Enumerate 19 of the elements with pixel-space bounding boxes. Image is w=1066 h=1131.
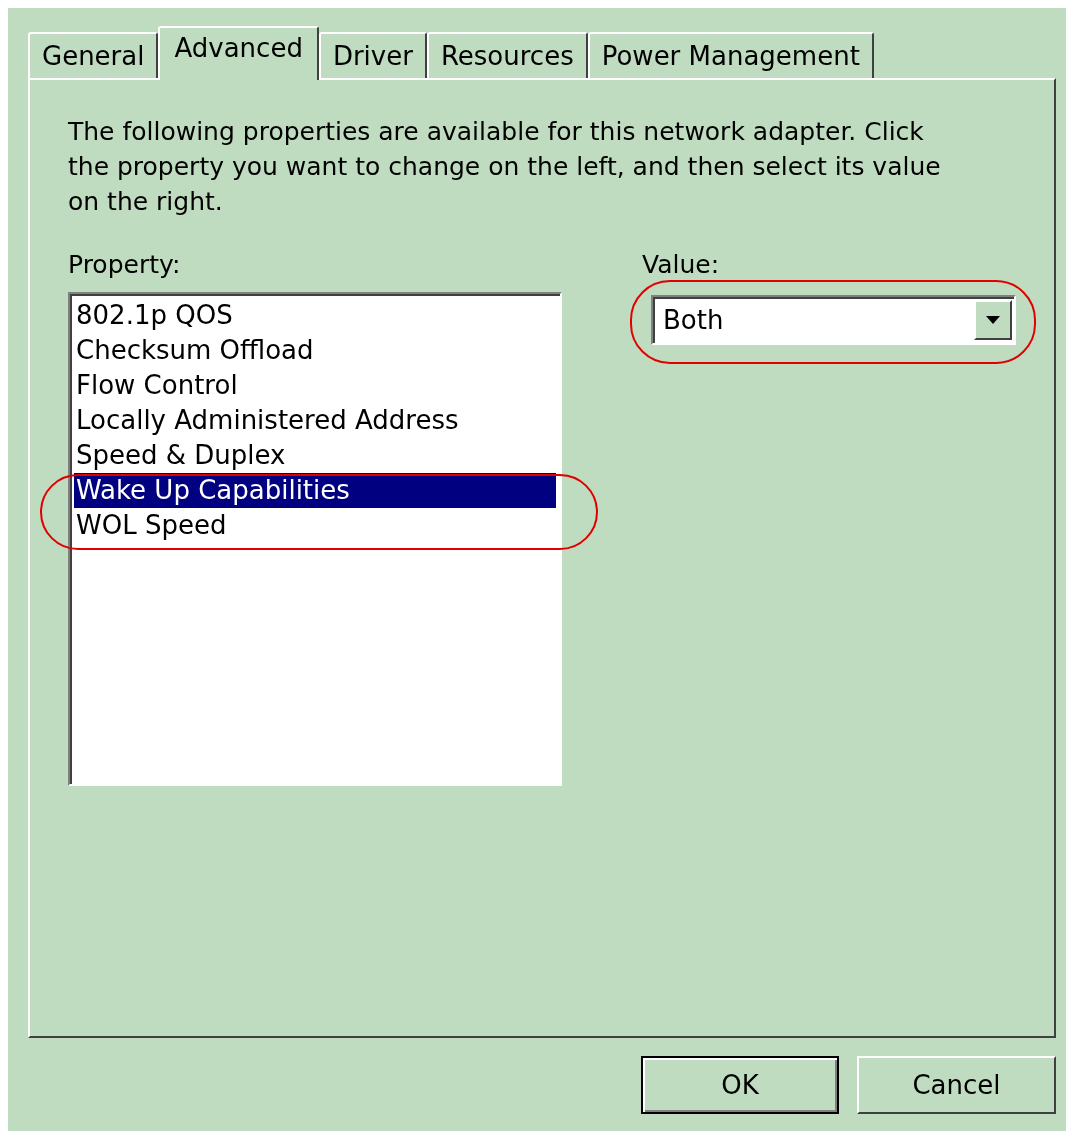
value-label: Value:: [642, 249, 720, 281]
tab[interactable]: Advanced: [158, 26, 319, 80]
property-item[interactable]: WOL Speed: [74, 508, 556, 543]
property-item[interactable]: Wake Up Capabilities: [74, 473, 556, 508]
tab[interactable]: General: [28, 32, 159, 78]
property-item[interactable]: 802.1p QOS: [74, 298, 556, 333]
property-item[interactable]: Locally Administered Address: [74, 403, 556, 438]
value-dropdown[interactable]: Both: [651, 295, 1016, 345]
dialog-button[interactable]: OK: [641, 1056, 839, 1114]
caret-icon[interactable]: [974, 300, 1012, 340]
description-text: The following properties are available for this network adapter. Click the property you want to change on the left, and then select its value on the right.: [68, 116, 942, 218]
property-item[interactable]: Speed & Duplex: [74, 438, 556, 473]
tab[interactable]: Driver: [318, 32, 427, 78]
dialog-button[interactable]: Cancel: [857, 1056, 1056, 1114]
tab[interactable]: Power Management: [587, 32, 874, 78]
property-label: Property:: [68, 249, 181, 281]
tab[interactable]: Resources: [426, 32, 588, 78]
property-item[interactable]: Flow Control: [74, 368, 556, 403]
property-item[interactable]: Checksum Offload: [74, 333, 556, 368]
